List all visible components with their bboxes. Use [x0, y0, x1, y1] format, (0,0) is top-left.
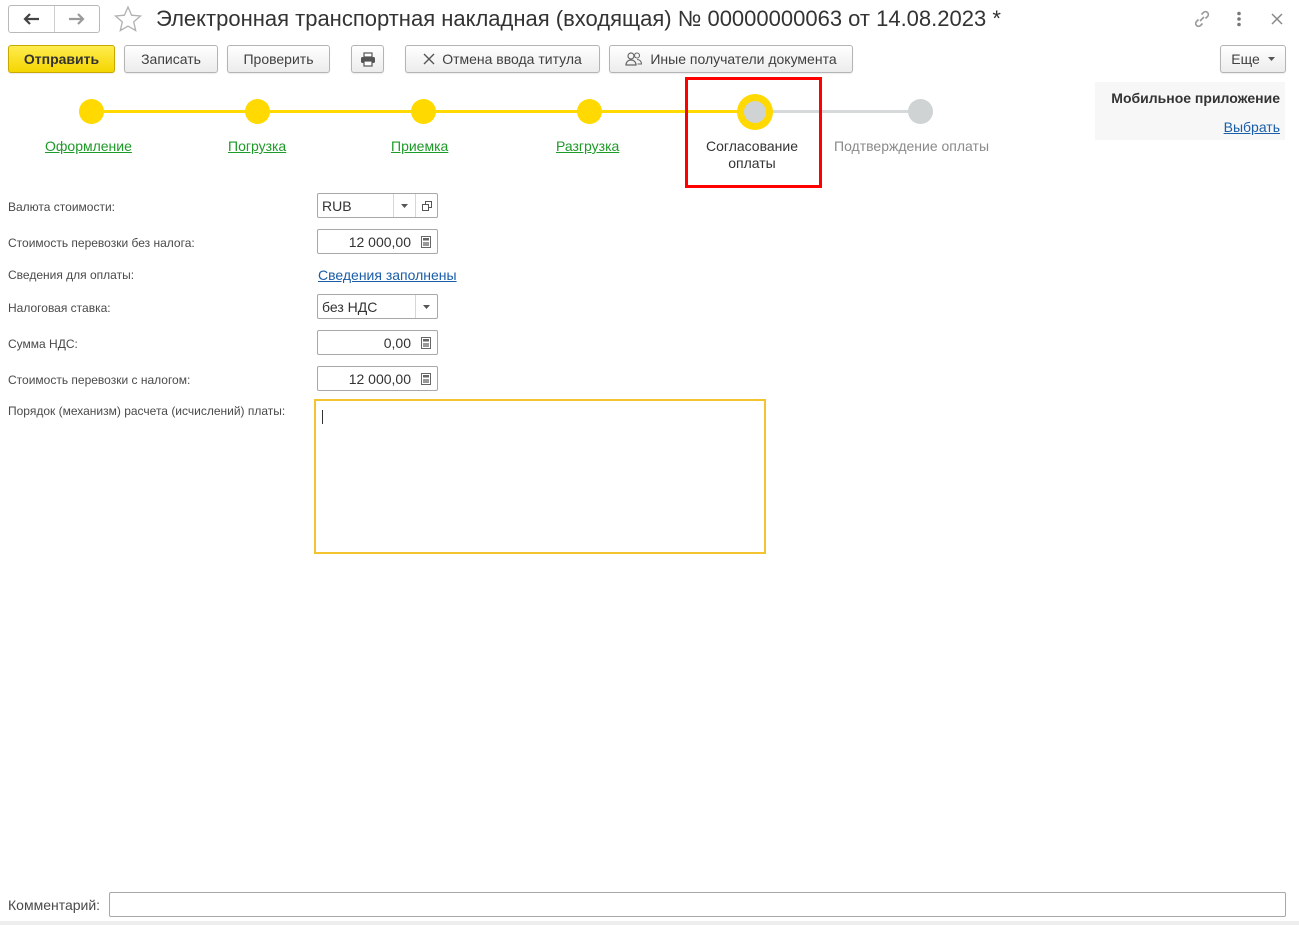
print-button[interactable]	[351, 45, 384, 73]
step-link-acceptance[interactable]: Приемка	[391, 138, 448, 154]
vat-amount-input[interactable]: 0,00	[317, 330, 438, 355]
cancel-title-label: Отмена ввода титула	[442, 51, 582, 67]
current-step-highlight	[685, 77, 822, 188]
navigation-buttons	[8, 5, 100, 33]
step-dot-loading	[245, 99, 270, 124]
check-button-label: Проверить	[243, 51, 314, 67]
tax-rate-dropdown-button[interactable]	[415, 295, 437, 318]
calculator-icon	[421, 372, 431, 385]
currency-label: Валюта стоимости:	[8, 200, 115, 214]
close-x-icon	[423, 53, 435, 65]
users-icon	[625, 52, 643, 66]
calculator-icon	[421, 336, 431, 349]
more-actions-icon[interactable]	[1228, 8, 1250, 30]
step-link-unloading[interactable]: Разгрузка	[556, 138, 619, 154]
back-button[interactable]	[9, 6, 54, 32]
send-button-label: Отправить	[23, 51, 100, 67]
vat-amount-calculator-button[interactable]	[415, 331, 437, 354]
vat-amount-value: 0,00	[383, 334, 411, 351]
comment-input[interactable]	[109, 892, 1286, 917]
step-dot-registration	[79, 99, 104, 124]
currency-field[interactable]: RUB	[317, 193, 438, 218]
cost-with-tax-calculator-button[interactable]	[415, 367, 437, 390]
step-dot-acceptance	[411, 99, 436, 124]
currency-open-button[interactable]	[415, 194, 437, 217]
cost-with-tax-input[interactable]: 12 000,00	[317, 366, 438, 391]
currency-dropdown-button[interactable]	[393, 194, 415, 217]
cost-without-tax-value: 12 000,00	[348, 233, 411, 250]
save-button[interactable]: Записать	[124, 45, 218, 73]
payment-procedure-textarea[interactable]	[314, 399, 766, 554]
cost-without-tax-label: Стоимость перевозки без налога:	[8, 236, 195, 250]
mobile-app-select-link[interactable]: Выбрать	[1224, 119, 1280, 135]
other-recipients-label: Иные получатели документа	[650, 51, 837, 67]
mobile-app-title: Мобильное приложение	[1111, 90, 1280, 106]
vat-amount-label: Сумма НДС:	[8, 337, 78, 351]
bottom-divider	[0, 921, 1299, 925]
arrow-right-icon	[68, 13, 85, 25]
tax-rate-label: Налоговая ставка:	[8, 301, 111, 315]
chevron-down-icon	[1267, 57, 1275, 61]
open-window-icon	[421, 200, 432, 211]
text-caret	[322, 410, 323, 424]
link-icon[interactable]	[1191, 8, 1213, 30]
save-button-label: Записать	[141, 51, 201, 67]
more-button-label: Еще	[1231, 51, 1260, 67]
calculator-icon	[421, 235, 431, 248]
comment-label: Комментарий:	[8, 897, 101, 913]
step-link-registration[interactable]: Оформление	[45, 138, 132, 154]
chevron-down-icon	[401, 203, 408, 208]
tax-rate-select[interactable]: без НДС	[317, 294, 438, 319]
mobile-app-panel: Мобильное приложение Выбрать	[1095, 82, 1285, 140]
printer-icon	[360, 51, 375, 67]
other-recipients-button[interactable]: Иные получатели документа	[609, 45, 853, 73]
page-title: Электронная транспортная накладная (вход…	[156, 6, 1001, 31]
cost-with-tax-value: 12 000,00	[348, 370, 411, 387]
chevron-down-icon	[423, 304, 430, 309]
cost-without-tax-calculator-button[interactable]	[415, 230, 437, 253]
payment-info-label: Сведения для оплаты:	[8, 268, 135, 282]
favorite-star-icon[interactable]	[113, 5, 143, 33]
payment-info-link[interactable]: Сведения заполнены	[318, 267, 457, 283]
arrow-left-icon	[23, 13, 40, 25]
currency-value: RUB	[322, 197, 352, 214]
tax-rate-value: без НДС	[322, 298, 378, 315]
close-icon[interactable]	[1266, 8, 1288, 30]
cancel-title-button[interactable]: Отмена ввода титула	[405, 45, 600, 73]
step-label-payment-confirmation: Подтверждение оплаты	[834, 138, 990, 154]
step-dot-unloading	[577, 99, 602, 124]
check-button[interactable]: Проверить	[227, 45, 330, 73]
step-dot-payment-confirmation	[908, 99, 933, 124]
forward-button[interactable]	[53, 6, 100, 32]
cost-without-tax-input[interactable]: 12 000,00	[317, 229, 438, 254]
more-button[interactable]: Еще	[1220, 45, 1286, 73]
send-button[interactable]: Отправить	[8, 45, 115, 73]
payment-procedure-label: Порядок (механизм) расчета (исчислений) …	[8, 404, 286, 418]
cost-with-tax-label: Стоимость перевозки с налогом:	[8, 373, 191, 387]
step-link-loading[interactable]: Погрузка	[228, 138, 286, 154]
